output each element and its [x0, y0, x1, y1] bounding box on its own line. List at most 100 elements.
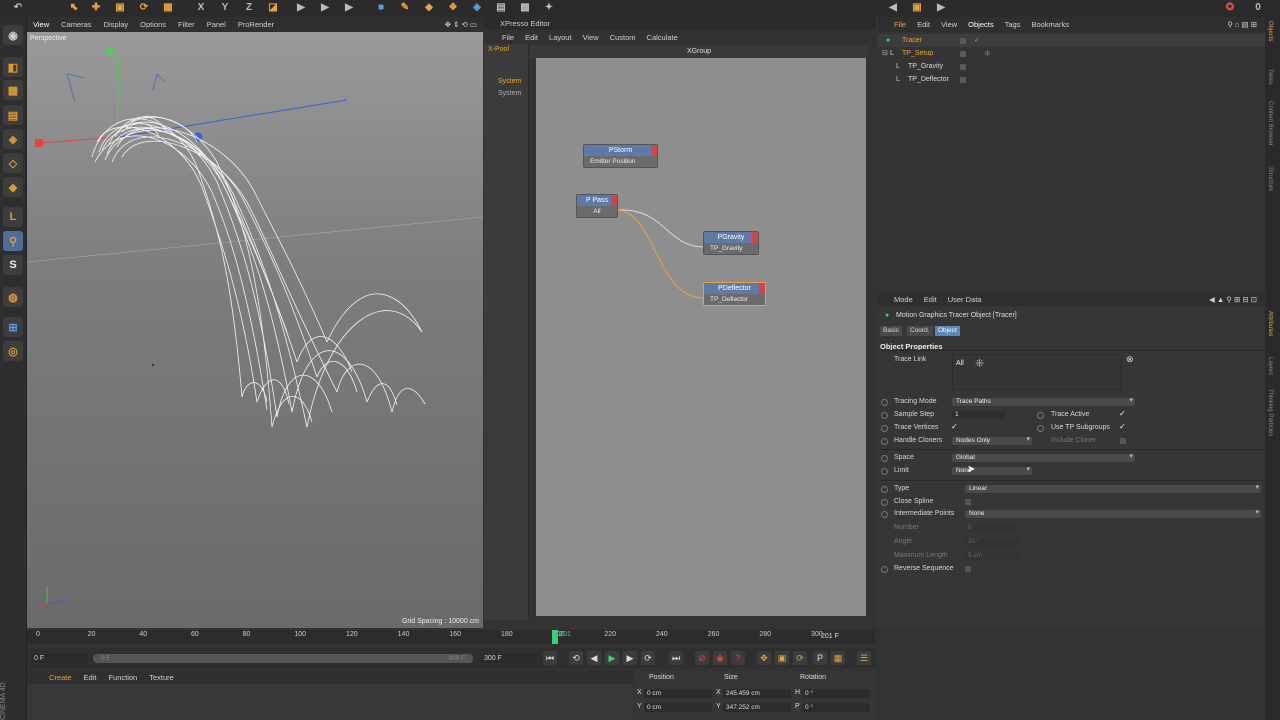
object-name-tp-setup[interactable]: TP_Setup — [902, 47, 933, 60]
go-to-start-icon[interactable]: ⏮ — [543, 651, 557, 665]
select-tool-icon[interactable]: ⬉ — [66, 0, 82, 14]
close-spline-checkbox[interactable] — [965, 499, 971, 505]
start-frame-field[interactable]: 0 F — [31, 654, 87, 663]
visibility-toggle-icon[interactable] — [960, 38, 966, 44]
material-menu-function[interactable]: Function — [108, 673, 137, 682]
viewport-menu-prorender[interactable]: ProRender — [238, 20, 274, 29]
xpresso-tag-icon[interactable]: ⁜ — [984, 47, 991, 60]
objects-menu-file[interactable]: File — [894, 20, 906, 29]
viewport-menu-display[interactable]: Display — [104, 20, 129, 29]
next-frame-icon[interactable]: ▶ — [623, 651, 637, 665]
trace-active-keyframe-icon[interactable] — [1037, 412, 1044, 419]
coordinate-system-icon[interactable]: ◪ — [265, 0, 281, 14]
record-parameter-icon[interactable]: P — [813, 651, 827, 665]
space-keyframe-icon[interactable] — [881, 455, 888, 462]
texture-mode-icon[interactable]: ▦ — [3, 80, 23, 100]
intermediate-points-dropdown[interactable]: None — [965, 509, 1261, 518]
visibility-toggle-icon[interactable] — [960, 51, 966, 57]
clear-link-icon[interactable]: ⊗ — [1126, 354, 1134, 365]
xpresso-menu-file[interactable]: File — [502, 33, 514, 42]
objects-menu-objects[interactable]: Objects — [968, 20, 993, 29]
object-row-tp-deflector[interactable]: L TP_Deflector — [878, 73, 1265, 86]
xpresso-node-canvas[interactable]: PStorm Emitter Position P Pass All PGrav… — [536, 58, 866, 616]
number-input[interactable]: 8 — [965, 524, 1019, 532]
xpool-tab[interactable]: X-Pool — [484, 46, 529, 56]
use-tp-subgroups-keyframe-icon[interactable] — [1037, 425, 1044, 432]
back-arrow-icon[interactable]: ◀ — [885, 0, 901, 14]
play-forward-icon[interactable]: ▶ — [605, 651, 619, 665]
xpresso-menu-edit[interactable]: Edit — [525, 33, 538, 42]
z-axis-icon[interactable]: Z — [241, 0, 257, 14]
type-dropdown[interactable]: Linear — [965, 484, 1261, 493]
scale-tool-icon[interactable]: ▣ — [112, 0, 128, 14]
go-to-end-icon[interactable]: ⏭ — [669, 651, 683, 665]
workplane-icon[interactable]: ▤ — [3, 105, 23, 125]
use-tp-subgroups-checkbox[interactable]: ✓ — [1119, 422, 1126, 431]
objects-menu-view[interactable]: View — [941, 20, 957, 29]
array-icon[interactable]: ❖ — [445, 0, 461, 14]
objects-menu-bookmarks[interactable]: Bookmarks — [1031, 20, 1069, 29]
dock-tab-attributes[interactable]: Attributes — [1267, 311, 1273, 336]
material-menu-edit[interactable]: Edit — [84, 673, 97, 682]
object-name-tp-gravity[interactable]: TP_Gravity — [908, 60, 943, 73]
previous-key-icon[interactable]: ⟲ — [569, 651, 583, 665]
dock-tab-structure[interactable]: Structure — [1267, 167, 1273, 191]
viewport-nav-icons[interactable]: ✥ ⇕ ⟲ ▭ — [445, 20, 477, 29]
object-row-tp-setup[interactable]: ⊟ L TP_Setup ⁜ — [878, 47, 1265, 60]
next-key-icon[interactable]: ⟳ — [641, 651, 655, 665]
record-position-icon[interactable]: ✥ — [757, 651, 771, 665]
camera-icon[interactable]: ▩ — [517, 0, 533, 14]
size-x-input[interactable]: 245.459 cm — [723, 689, 791, 698]
trace-vertices-keyframe-icon[interactable] — [881, 425, 888, 432]
dock-tab-objects[interactable]: Objects — [1267, 21, 1273, 41]
limit-dropdown[interactable]: None — [952, 466, 1032, 475]
xpresso-menu-calculate[interactable]: Calculate — [647, 33, 678, 42]
node-ppass[interactable]: P Pass All — [576, 194, 618, 218]
node-pdeflector-port[interactable]: TP_Deflector — [704, 294, 765, 305]
attributes-menu-user-data[interactable]: User Data — [948, 295, 982, 304]
sample-step-keyframe-icon[interactable] — [881, 412, 888, 419]
keyframe-selection-icon[interactable]: ? — [731, 651, 745, 665]
cube-icon[interactable]: ■ — [373, 0, 389, 14]
node-pstorm[interactable]: PStorm Emitter Position — [583, 144, 658, 168]
sample-step-input[interactable]: 1 — [952, 411, 1006, 419]
handle-cloners-keyframe-icon[interactable] — [881, 438, 888, 445]
attr-tab-coord[interactable]: Coord. — [907, 326, 933, 336]
object-row-tp-gravity[interactable]: L TP_Gravity — [878, 60, 1265, 73]
include-cloner-checkbox[interactable] — [1120, 438, 1126, 444]
forward-arrow-icon[interactable]: ▶ — [933, 0, 949, 14]
move-tool-icon[interactable]: ✚ — [88, 0, 104, 14]
points-mode-icon[interactable]: ◈ — [3, 129, 23, 149]
objects-search-icons[interactable]: ⚲ ⌂ ▤ ⊞ — [1227, 20, 1257, 29]
limit-keyframe-icon[interactable] — [881, 468, 888, 475]
subdivision-icon[interactable]: ◆ — [421, 0, 437, 14]
viewport-menu-panel[interactable]: Panel — [207, 20, 226, 29]
maximum-length-input[interactable]: 5 cm — [965, 552, 1019, 560]
sculpt-icon[interactable]: ◍ — [3, 287, 23, 307]
attributes-nav-icons[interactable]: ◀ ▲ ⚲ ⊞ ⊟ ⊡ — [1209, 295, 1257, 304]
xpresso-menu-custom[interactable]: Custom — [610, 33, 636, 42]
dock-tab-takes[interactable]: Takes — [1267, 69, 1273, 85]
viewport-menu-view[interactable]: View — [33, 20, 49, 29]
node-pgravity-port[interactable]: TP_Gravity — [704, 243, 758, 254]
expand-toggle-icon[interactable]: ⊟ — [882, 47, 888, 60]
record-point-level-icon[interactable]: ▦ — [831, 651, 845, 665]
render-picture-viewer-icon[interactable]: ▶ — [317, 0, 333, 14]
pen-icon[interactable]: ✎ — [397, 0, 413, 14]
attr-tab-object[interactable]: Object — [935, 326, 960, 336]
reverse-sequence-keyframe-icon[interactable] — [881, 566, 888, 573]
tracing-mode-dropdown[interactable]: Trace Paths — [952, 397, 1135, 406]
node-pstorm-port[interactable]: Emitter Position — [584, 156, 657, 167]
objects-menu-tags[interactable]: Tags — [1005, 20, 1021, 29]
pool-item-system-2[interactable]: System — [498, 90, 521, 97]
type-keyframe-icon[interactable] — [881, 486, 888, 493]
viewport-menu-cameras[interactable]: Cameras — [61, 20, 91, 29]
model-mode-icon[interactable]: ◧ — [3, 57, 23, 77]
record-active-objects-icon[interactable]: ⊘ — [695, 651, 709, 665]
previous-frame-icon[interactable]: ◀ — [587, 651, 601, 665]
timeline-layout-icon[interactable]: ☰ — [857, 651, 871, 665]
perspective-viewport[interactable]: Perspective Grid Spacing: 10000 cm — [27, 32, 483, 628]
playhead-marker[interactable] — [552, 630, 559, 644]
y-axis-icon[interactable]: Y — [217, 0, 233, 14]
angle-input[interactable]: 30 ° — [965, 538, 1019, 546]
